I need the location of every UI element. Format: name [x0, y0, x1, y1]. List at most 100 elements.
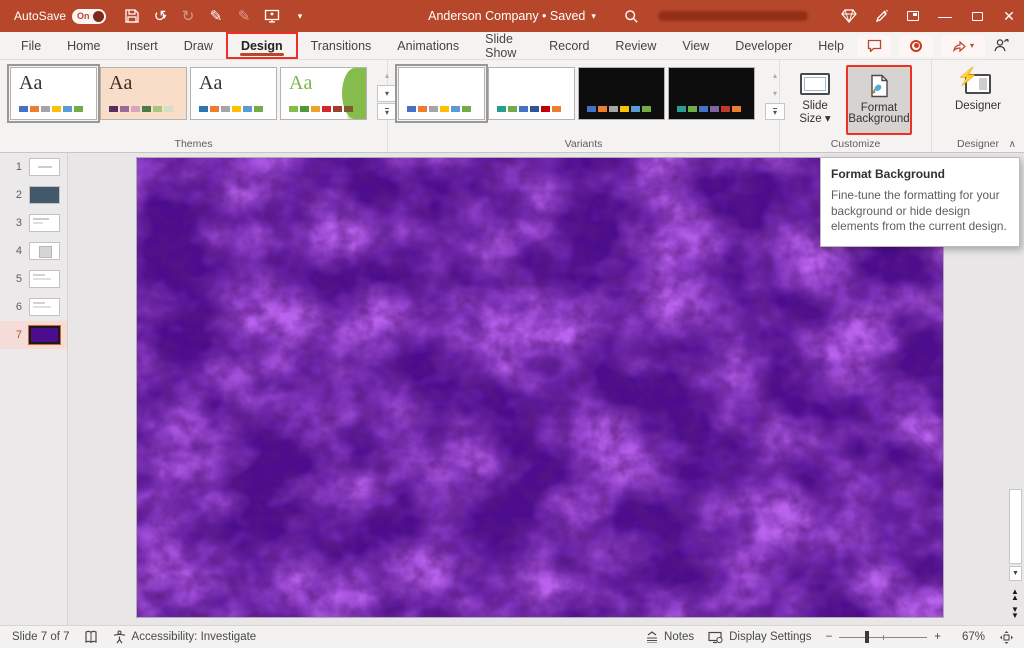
- tab-review[interactable]: Review: [602, 32, 669, 59]
- fit-slide-icon[interactable]: [999, 630, 1014, 645]
- slide-thumbnail[interactable]: [29, 270, 60, 288]
- format-background-button[interactable]: Format Background: [846, 65, 912, 135]
- share-button[interactable]: ▾: [941, 35, 985, 57]
- tab-view[interactable]: View: [669, 32, 722, 59]
- tab-slideshow[interactable]: Slide Show: [472, 32, 536, 59]
- ink-pen-icon[interactable]: ✎: [204, 4, 228, 28]
- slide-thumbnail[interactable]: [29, 242, 60, 260]
- variants-group-label: Variants: [388, 138, 779, 150]
- designer-label: Designer: [955, 100, 1001, 112]
- theme-aa-sample: Aa: [289, 72, 312, 95]
- slide-thumbnail-row-6[interactable]: 6: [0, 293, 67, 321]
- tab-developer[interactable]: Developer: [722, 32, 805, 59]
- theme-color-swatches: [497, 106, 561, 112]
- next-slide-button[interactable]: ▼▼: [1008, 607, 1022, 619]
- redo-button[interactable]: ↻: [176, 4, 200, 28]
- tab-design[interactable]: Design: [226, 32, 298, 59]
- slide-thumbnail[interactable]: [29, 326, 60, 344]
- theme-thumbnail-4[interactable]: Aa: [280, 67, 367, 120]
- comments-button[interactable]: [857, 35, 891, 57]
- themes-gallery: AaAaAaAa: [0, 60, 373, 120]
- variants-gallery: [388, 60, 761, 120]
- slide-size-button[interactable]: Slide Size ▾: [786, 65, 844, 135]
- format-background-tooltip: Format Background Fine-tune the formatti…: [820, 157, 1020, 247]
- tab-insert[interactable]: Insert: [114, 32, 171, 59]
- slide-thumbnail-row-5[interactable]: 5: [0, 265, 67, 293]
- theme-thumbnail-3[interactable]: Aa: [190, 67, 277, 120]
- customize-group-label: Customize: [780, 138, 931, 150]
- slide-thumbnail-row-1[interactable]: 1: [0, 153, 67, 181]
- collapse-ribbon-icon[interactable]: ∧: [1009, 139, 1016, 150]
- scrollbar-down-icon[interactable]: ▼: [1009, 566, 1022, 581]
- ribbon-layout-icon[interactable]: [898, 1, 928, 31]
- variant-thumbnail-4[interactable]: [668, 67, 755, 120]
- slide-size-icon: [800, 71, 830, 97]
- tooltip-body: Fine-tune the formatting for your backgr…: [831, 188, 1009, 235]
- zoom-slider[interactable]: [839, 631, 927, 643]
- previous-slide-button[interactable]: ▲▲: [1008, 589, 1022, 601]
- search-icon[interactable]: [616, 1, 646, 31]
- scrollbar-thumb[interactable]: [1009, 489, 1022, 564]
- slide-thumbnail[interactable]: [29, 186, 60, 204]
- theme-color-swatches: [199, 106, 263, 112]
- tab-animations[interactable]: Animations: [384, 32, 472, 59]
- slide-thumbnail-panel: 1 2 3 45 6 7: [0, 153, 68, 625]
- zoom-slider-knob[interactable]: [865, 631, 869, 643]
- save-icon[interactable]: [120, 4, 144, 28]
- variant-thumbnail-2[interactable]: [488, 67, 575, 120]
- slide-thumbnail-row-7[interactable]: 7: [0, 321, 67, 349]
- maximize-button[interactable]: [962, 1, 992, 31]
- designer-button[interactable]: ⚡ Designer: [943, 65, 1013, 135]
- tab-home[interactable]: Home: [54, 32, 113, 59]
- editing-pen-icon[interactable]: [866, 1, 896, 31]
- variant-thumbnail-3[interactable]: [578, 67, 665, 120]
- designer-icon: ⚡: [965, 71, 991, 97]
- tab-record[interactable]: Record: [536, 32, 602, 59]
- record-button[interactable]: [899, 35, 933, 57]
- zoom-control: − +: [826, 631, 941, 643]
- draw-pen-icon[interactable]: ✎: [232, 4, 256, 28]
- share-chevron-icon: ▾: [970, 41, 974, 50]
- theme-color-swatches: [109, 106, 173, 112]
- status-bar: Slide 7 of 7 Accessibility: Investigate …: [0, 625, 1024, 648]
- slide-thumbnail-row-4[interactable]: 4: [0, 237, 67, 265]
- slide-thumbnail[interactable]: [29, 298, 60, 316]
- accessibility-status[interactable]: Accessibility: Investigate: [112, 630, 257, 644]
- zoom-in-button[interactable]: +: [934, 631, 941, 643]
- variant-thumbnail-1[interactable]: [398, 67, 485, 120]
- zoom-out-button[interactable]: −: [826, 631, 833, 643]
- tab-file[interactable]: File: [8, 32, 54, 59]
- minimize-button[interactable]: —: [930, 1, 960, 31]
- slide-number: 6: [10, 301, 22, 313]
- autosave-toggle[interactable]: On: [72, 9, 106, 24]
- start-slideshow-icon[interactable]: [260, 4, 284, 28]
- tab-draw[interactable]: Draw: [171, 32, 226, 59]
- slide-thumbnail[interactable]: [29, 214, 60, 232]
- title-bar: AutoSave On ↺▾ ↻ ✎ ✎ ▾ Anderson Company …: [0, 0, 1024, 32]
- autosave-state: On: [77, 11, 90, 21]
- tab-help[interactable]: Help: [805, 32, 857, 59]
- theme-thumbnail-2[interactable]: Aa: [100, 67, 187, 120]
- display-settings-button[interactable]: Display Settings: [708, 631, 811, 644]
- notes-button[interactable]: Notes: [645, 631, 694, 643]
- book-theme-icon[interactable]: [84, 630, 98, 644]
- slide-number: 3: [10, 217, 22, 229]
- quick-access-toolbar: ↺▾ ↻ ✎ ✎ ▾: [120, 4, 312, 28]
- slide-thumbnail-row-2[interactable]: 2: [0, 181, 67, 209]
- theme-color-swatches: [407, 106, 471, 112]
- undo-button[interactable]: ↺▾: [148, 4, 172, 28]
- theme-color-swatches: [677, 106, 741, 112]
- autosave-control[interactable]: AutoSave On: [14, 9, 106, 24]
- slide-number: 1: [10, 161, 22, 173]
- theme-thumbnail-1[interactable]: Aa: [10, 67, 97, 120]
- slide-thumbnail[interactable]: [29, 158, 60, 176]
- zoom-percentage: 67%: [955, 631, 985, 643]
- accessibility-label: Accessibility: Investigate: [132, 631, 257, 643]
- tab-transitions[interactable]: Transitions: [298, 32, 385, 59]
- themes-group: AaAaAaAa ▴ ▾ ▾ Themes: [0, 60, 388, 152]
- slide-thumbnail-row-3[interactable]: 3: [0, 209, 67, 237]
- presence-icon[interactable]: [993, 38, 1010, 53]
- close-button[interactable]: ✕: [994, 1, 1024, 31]
- premium-diamond-icon[interactable]: [834, 1, 864, 31]
- customize-qat-icon[interactable]: ▾: [288, 4, 312, 28]
